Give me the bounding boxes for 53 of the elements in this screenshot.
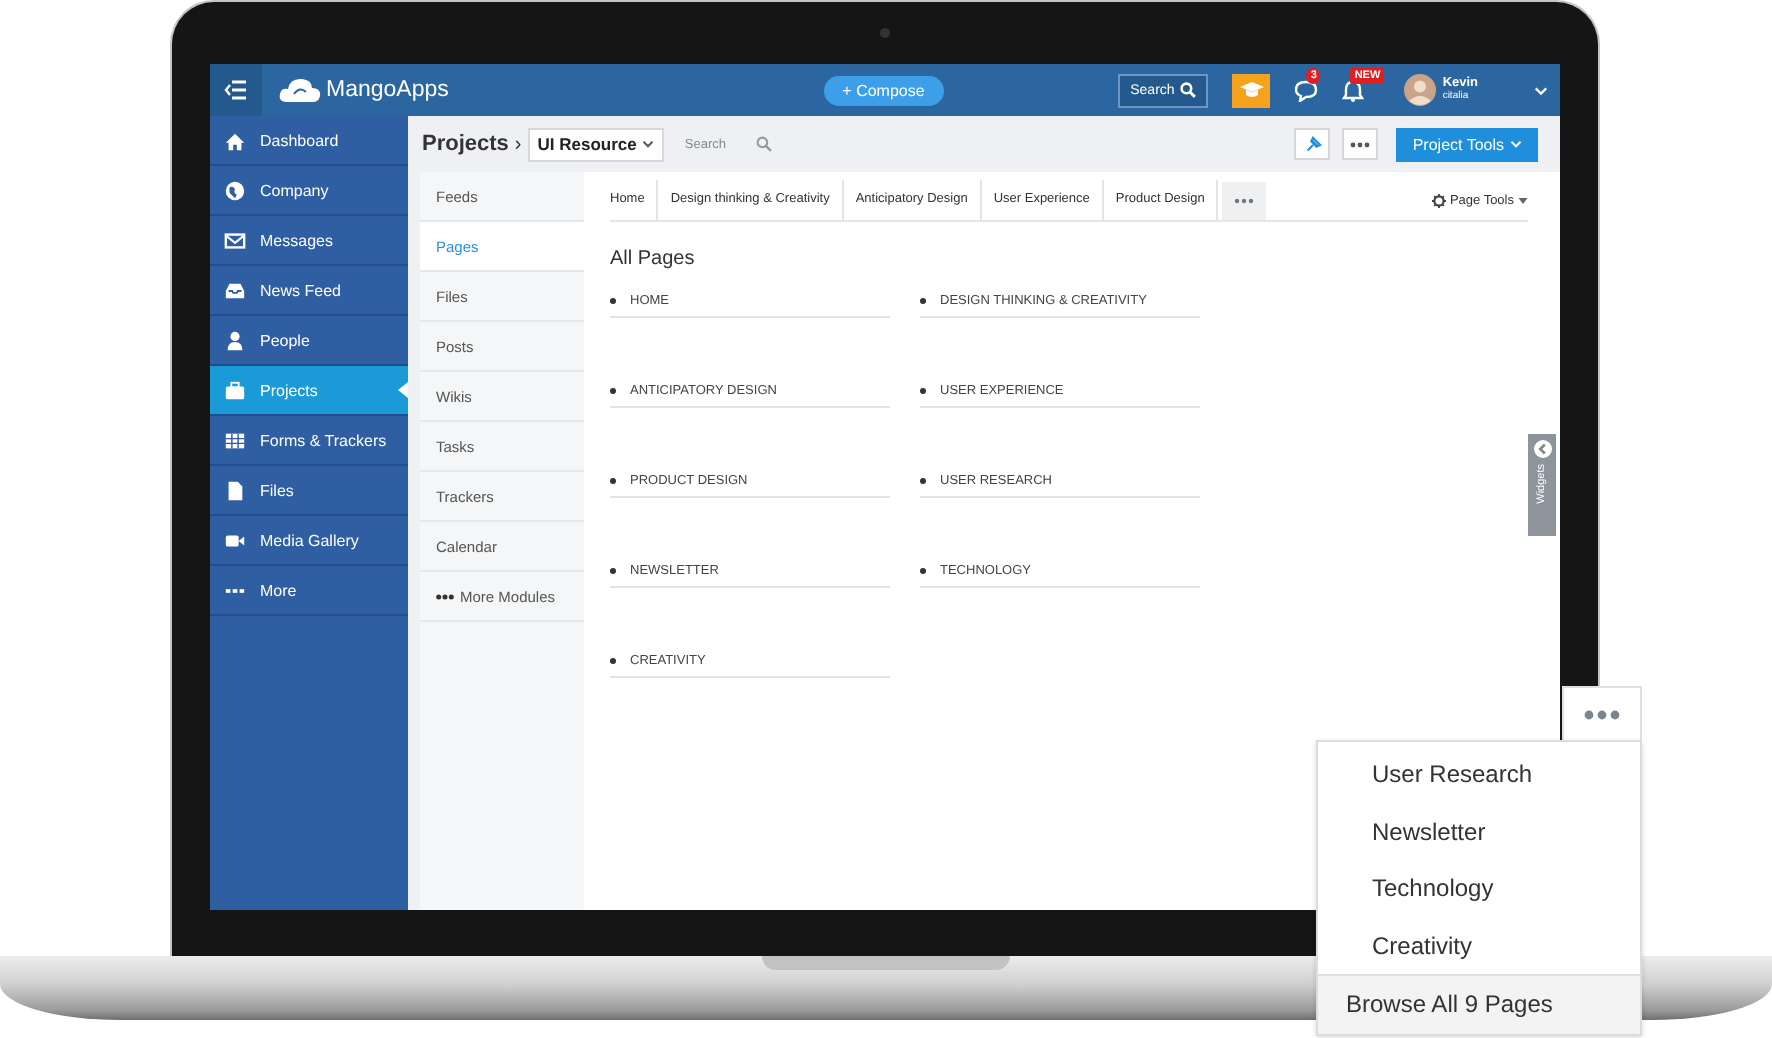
breadcrumb-separator: › (514, 133, 522, 155)
chevron-down-icon (642, 140, 655, 148)
gear-icon (1431, 193, 1446, 207)
more-tab[interactable] (1562, 686, 1642, 742)
briefcase-icon (224, 379, 246, 401)
more-button[interactable] (1342, 128, 1379, 160)
pin-icon (1303, 135, 1322, 153)
globe-icon (224, 179, 246, 201)
menu-button[interactable] (210, 64, 262, 116)
cloud-icon (278, 76, 322, 104)
bell-icon (1342, 79, 1365, 101)
bullet-icon (610, 568, 616, 574)
browse-all-link[interactable]: Browse All 9 Pages (1318, 974, 1640, 1034)
bullet-icon (920, 388, 926, 394)
chevron-left-icon (1533, 440, 1551, 458)
menu-icon (224, 80, 248, 100)
chevron-down-icon (1510, 140, 1522, 148)
bullet-icon (920, 298, 926, 304)
ellipsis-icon (436, 593, 454, 599)
search-icon (756, 136, 773, 152)
learning-button[interactable] (1232, 73, 1271, 107)
project-dropdown[interactable]: UI Resource (527, 127, 665, 161)
home-icon (224, 129, 246, 151)
chat-icon (1294, 79, 1319, 101)
bullet-icon (920, 478, 926, 484)
search-icon (1180, 82, 1197, 98)
menu-item[interactable]: Technology (1318, 860, 1640, 917)
bullet-icon (610, 388, 616, 394)
avatar-icon (1404, 74, 1437, 106)
caret-icon (1518, 197, 1528, 203)
menu-item[interactable]: User Research (1318, 746, 1640, 803)
menu-item[interactable]: Creativity (1318, 917, 1640, 974)
ellipsis-icon (1234, 197, 1255, 203)
bullet-icon (920, 568, 926, 574)
pin-button[interactable] (1294, 128, 1331, 160)
chevron-down-icon (1534, 85, 1549, 95)
grid-icon (224, 429, 246, 451)
bullet-icon (610, 478, 616, 484)
more-tabs-button[interactable] (1222, 181, 1267, 219)
page-heading: All Pages (610, 248, 697, 270)
menu-item[interactable]: Newsletter (1318, 803, 1640, 860)
person-icon (224, 329, 246, 351)
ellipsis-icon (1584, 710, 1620, 720)
tray-icon (224, 279, 246, 301)
bullet-icon (610, 658, 616, 664)
file-icon (224, 479, 246, 501)
graduation-cap-icon (1239, 80, 1264, 100)
ellipsis-icon (1350, 141, 1371, 147)
app-name: MangoApps (326, 78, 449, 102)
envelope-icon (224, 229, 246, 251)
bullet-icon (610, 298, 616, 304)
project-section-title: Projects (422, 132, 509, 156)
camera-dot (880, 28, 890, 38)
